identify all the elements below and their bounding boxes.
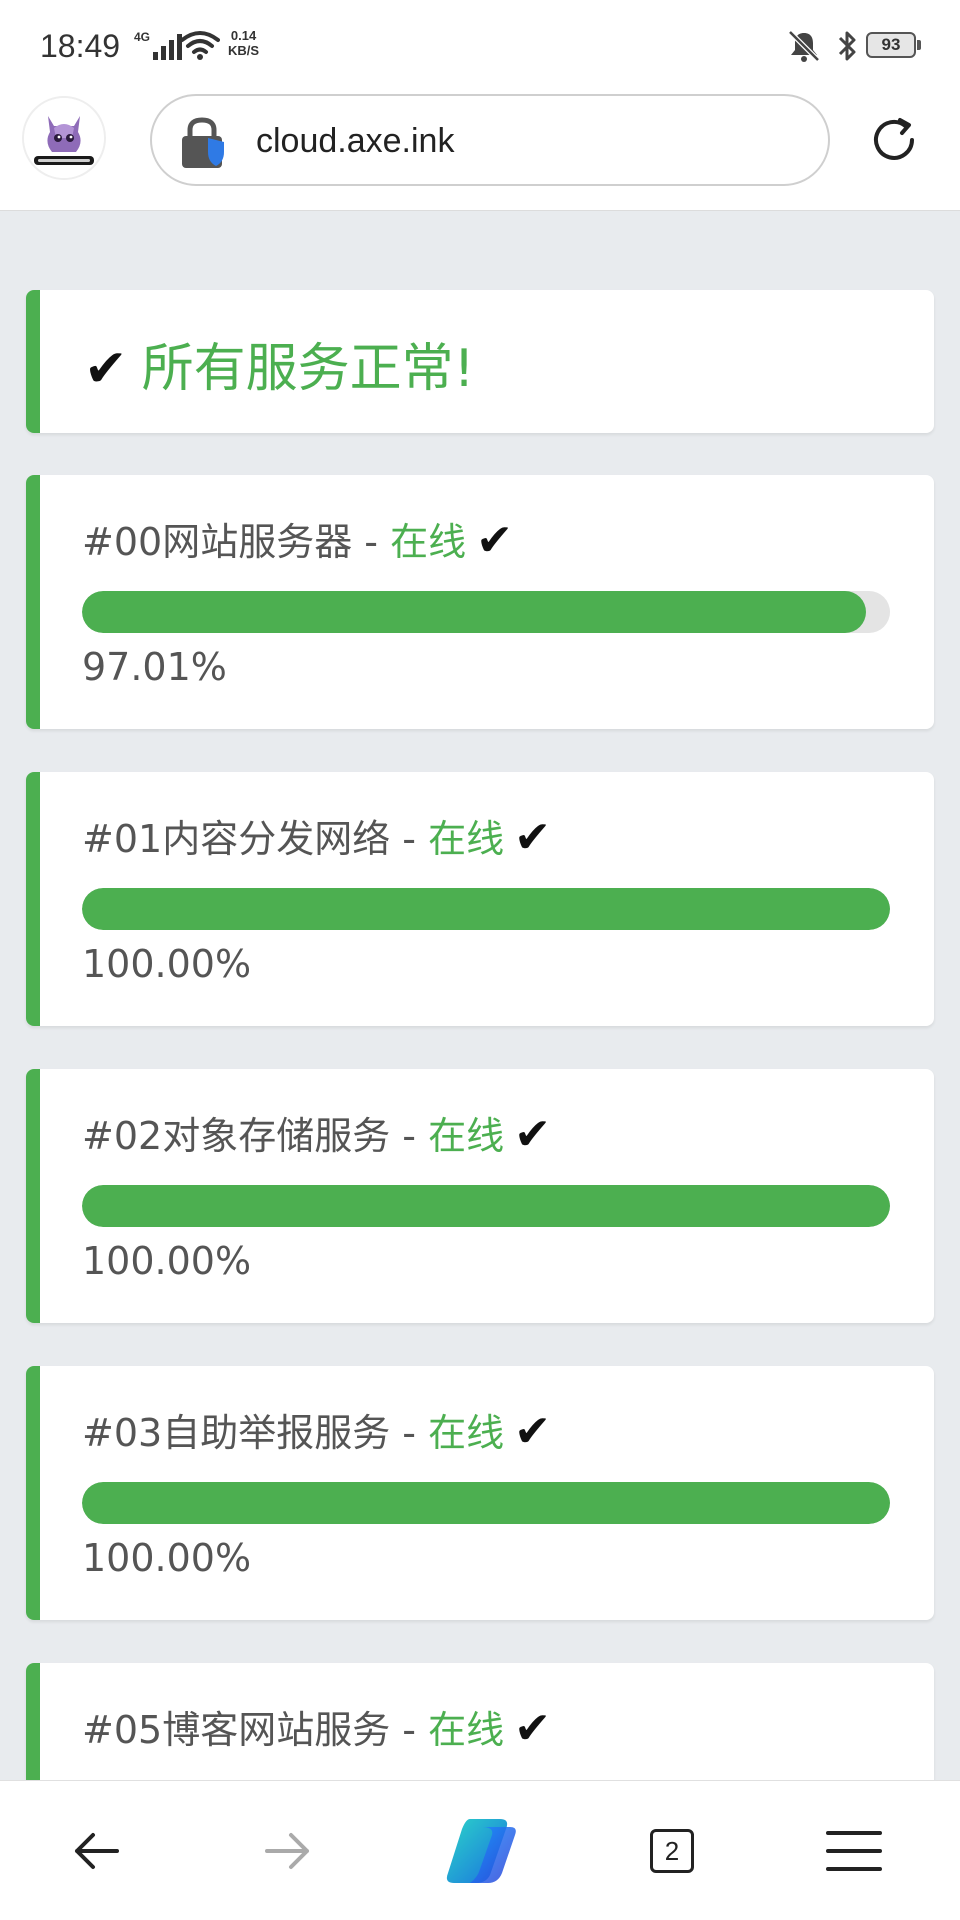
uptime-progress-track xyxy=(82,1482,890,1524)
uptime-percent: 100.00% xyxy=(82,1536,252,1580)
arrow-left-icon xyxy=(75,1833,119,1869)
tabs-button[interactable]: 2 xyxy=(632,1811,712,1891)
service-card: #01内容分发网络 - 在线 ✔ 100.00% xyxy=(26,772,934,1026)
service-title: #02对象存储服务 - 在线 ✔ xyxy=(82,1105,551,1160)
uptime-percent: 100.00% xyxy=(82,1239,252,1283)
uptime-progress-fill xyxy=(82,591,866,633)
reload-icon[interactable] xyxy=(866,112,922,168)
arrow-right-icon xyxy=(265,1833,309,1869)
copilot-button[interactable] xyxy=(440,1811,520,1891)
network-speed-value: 0.14 xyxy=(230,28,257,43)
copilot-icon xyxy=(446,1819,516,1883)
service-card: #03自助举报服务 - 在线 ✔ 100.00% xyxy=(26,1366,934,1620)
uptime-progress-fill xyxy=(82,888,890,930)
lock-shield-icon[interactable] xyxy=(180,116,230,170)
wifi-icon xyxy=(180,31,220,60)
service-status: 在线 xyxy=(428,817,505,861)
network-speed-unit: KB/S xyxy=(228,43,260,58)
service-title: #05博客网站服务 - 在线 ✔ xyxy=(82,1699,551,1754)
uptime-progress-fill xyxy=(82,1185,890,1227)
tab-count: 2 xyxy=(650,1829,694,1873)
network-type: 4G xyxy=(134,30,151,44)
uptime-progress-track xyxy=(82,591,890,633)
service-card: #00网站服务器 - 在线 ✔ 97.01% xyxy=(26,475,934,729)
service-name: #05博客网站服务 - xyxy=(82,1708,429,1752)
service-name: #00网站服务器 - xyxy=(82,520,391,564)
uptime-percent: 97.01% xyxy=(82,645,227,689)
service-name: #03自助举报服务 - xyxy=(82,1411,429,1455)
service-title: #00网站服务器 - 在线 ✔ xyxy=(82,511,513,566)
browser-toolbar: cloud.axe.ink xyxy=(0,86,960,211)
battery-indicator: 93 xyxy=(866,32,921,58)
service-status: 在线 xyxy=(390,520,467,564)
uptime-progress-track xyxy=(82,1185,890,1227)
menu-icon xyxy=(826,1831,882,1871)
uptime-progress-track xyxy=(82,888,890,930)
bottom-nav: 2 xyxy=(0,1780,960,1920)
page-content: ✔ 所有服务正常! #00网站服务器 - 在线 ✔ 97.01% #01内容分发网络… xyxy=(0,211,960,1780)
status-bar: 18:49 4G 0.14 KB/S 93 xyxy=(0,0,960,86)
service-name: #02对象存储服务 - xyxy=(82,1114,429,1158)
check-icon: ✔ xyxy=(514,812,551,863)
menu-button[interactable] xyxy=(814,1811,894,1891)
check-icon: ✔ xyxy=(84,339,128,399)
uptime-progress-fill xyxy=(82,1482,890,1524)
service-status: 在线 xyxy=(428,1411,505,1455)
check-icon: ✔ xyxy=(514,1703,551,1754)
uptime-percent: 100.00% xyxy=(82,942,252,986)
service-name: #01内容分发网络 - xyxy=(82,817,429,861)
forward-button[interactable] xyxy=(248,1811,328,1891)
status-time: 18:49 xyxy=(40,28,121,64)
pony-avatar-icon xyxy=(24,98,104,178)
check-icon: ✔ xyxy=(514,1406,551,1457)
network-speed: 0.14 KB/S xyxy=(228,28,259,58)
service-card: #05博客网站服务 - 在线 ✔ xyxy=(26,1663,934,1780)
url-text[interactable]: cloud.axe.ink xyxy=(256,122,454,161)
service-card: #02对象存储服务 - 在线 ✔ 100.00% xyxy=(26,1069,934,1323)
service-status: 在线 xyxy=(428,1114,505,1158)
address-bar[interactable]: cloud.axe.ink xyxy=(150,94,830,186)
site-avatar[interactable] xyxy=(22,96,106,180)
overall-status-card: ✔ 所有服务正常! xyxy=(26,290,934,433)
service-title: #03自助举报服务 - 在线 ✔ xyxy=(82,1402,551,1457)
service-status: 在线 xyxy=(428,1708,505,1752)
check-icon: ✔ xyxy=(514,1109,551,1160)
back-button[interactable] xyxy=(56,1811,136,1891)
check-icon: ✔ xyxy=(476,515,513,566)
overall-status-text: 所有服务正常! xyxy=(141,339,475,399)
bluetooth-icon xyxy=(838,31,856,61)
vibrate-mute-icon xyxy=(788,30,820,62)
overall-status-message: ✔ 所有服务正常! xyxy=(84,326,474,401)
phone-screen: 18:49 4G 0.14 KB/S 93 cloud.axe.ink ✔ 所有… xyxy=(0,0,960,1920)
cellular-signal-icon: 4G xyxy=(134,30,183,60)
service-title: #01内容分发网络 - 在线 ✔ xyxy=(82,808,551,863)
